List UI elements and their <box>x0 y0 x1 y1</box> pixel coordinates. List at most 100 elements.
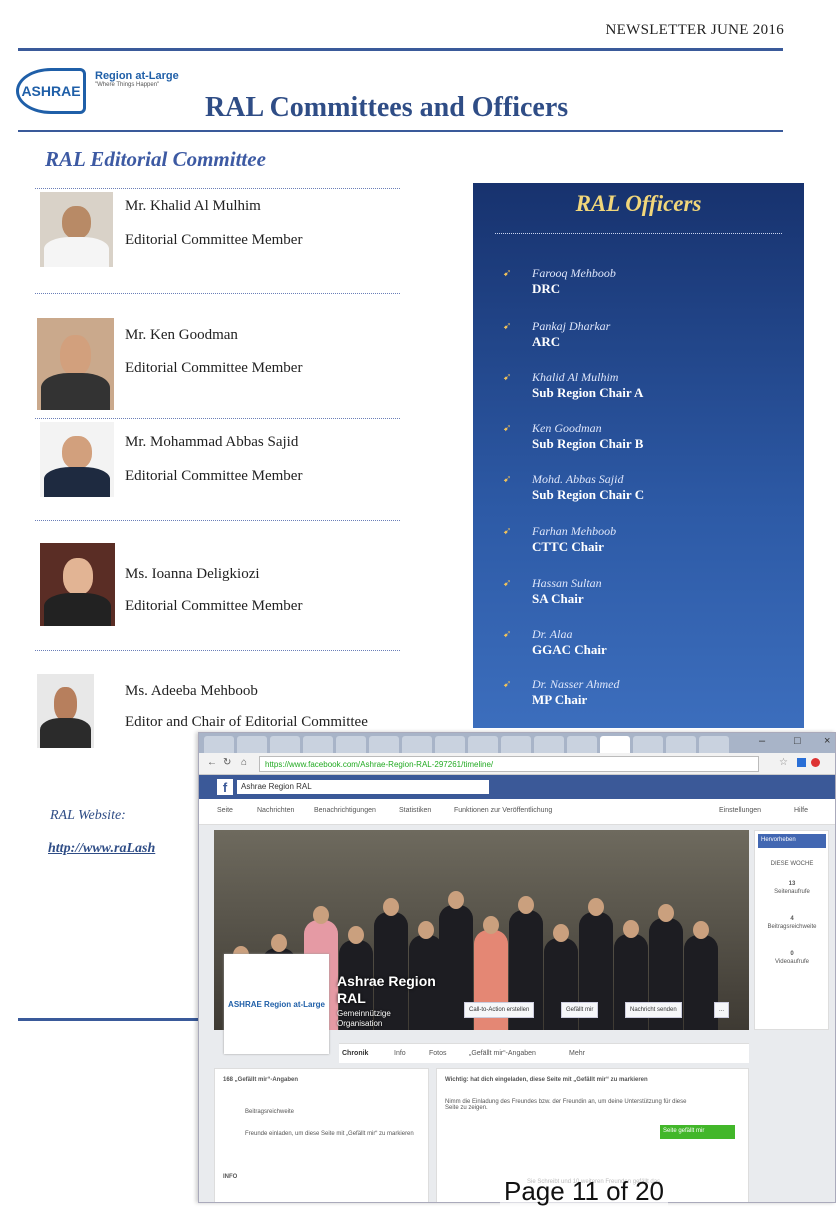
officer-role: Sub Region Chair C <box>532 487 645 502</box>
browser-tab[interactable] <box>435 736 465 753</box>
page-profile-picture[interactable]: ASHRAE Region at-Large <box>224 954 329 1054</box>
browser-tab[interactable] <box>369 736 399 753</box>
browser-tab[interactable] <box>534 736 564 753</box>
website-link[interactable]: http://www.raLash <box>48 841 155 857</box>
browser-tab[interactable] <box>204 736 234 753</box>
browser-tab[interactable] <box>633 736 663 753</box>
page-name-line: RAL <box>337 990 366 1006</box>
tab-more[interactable]: Mehr <box>569 1050 585 1057</box>
tab-timeline[interactable]: Chronik <box>342 1050 368 1057</box>
cta-button[interactable]: Call-to-Action erstellen <box>464 1002 535 1018</box>
left-item[interactable]: Beitragsreichweite <box>245 1109 294 1115</box>
member-name: Mr. Ken Goodman <box>125 327 238 343</box>
officer-name: Farhan Mehboob <box>532 524 617 538</box>
minimize-icon[interactable]: – <box>759 735 765 747</box>
stat-value: 0 <box>790 951 794 957</box>
page-admin-nav: Seite Nachrichten Benachrichtigungen Sta… <box>199 799 835 825</box>
maximize-icon[interactable]: □ <box>794 735 801 747</box>
top-rule <box>18 48 783 51</box>
officer-item: ➹ Farooq Mehboob DRC <box>503 266 616 297</box>
url-input[interactable]: https://www.facebook.com/Ashrae-Region-R… <box>259 756 759 772</box>
browser-tab[interactable] <box>336 736 366 753</box>
browser-tab[interactable] <box>666 736 696 753</box>
page-tabs: Chronik Info Fotos „Gefällt mir“-Angaben… <box>339 1043 749 1063</box>
nav-item[interactable]: Seite <box>217 807 233 814</box>
officer-name: Dr. Nasser Ahmed <box>532 677 620 691</box>
officer-name: Khalid Al Mulhim <box>532 370 619 384</box>
officer-name: Mohd. Abbas Sajid <box>532 472 624 486</box>
like-page-button[interactable]: Seite gefällt mir <box>660 1125 735 1139</box>
browser-tab[interactable] <box>303 736 333 753</box>
stat-value: 4 <box>790 916 794 922</box>
more-button[interactable]: ... <box>714 1002 730 1018</box>
browser-tab[interactable] <box>501 736 531 753</box>
tab-likes[interactable]: „Gefällt mir“-Angaben <box>469 1050 536 1057</box>
reload-icon[interactable]: ↻ <box>223 757 231 768</box>
about-column: 168 „Gefällt mir“-Angaben Beitragsreichw… <box>214 1068 429 1202</box>
divider <box>35 188 400 189</box>
officer-role: Sub Region Chair A <box>532 385 644 400</box>
promote-button[interactable]: Hervorheben <box>758 834 826 848</box>
officer-role: MP Chair <box>532 692 588 707</box>
stat-label[interactable]: Seitenaufrufe <box>758 889 826 895</box>
tab-photos[interactable]: Fotos <box>429 1050 447 1057</box>
officers-heading: RAL Officers <box>575 191 702 216</box>
browser-tab[interactable] <box>237 736 267 753</box>
browser-tab[interactable] <box>468 736 498 753</box>
region-logo-text: Region at-Large "Where Things Happen" <box>95 70 179 88</box>
nav-item[interactable]: Statistiken <box>399 807 431 814</box>
member-photo <box>37 318 114 410</box>
message-button[interactable]: Nachricht senden <box>625 1002 682 1018</box>
facebook-topbar: f Ashrae Region RAL <box>199 775 835 799</box>
officers-panel: RAL Officers ➹ Farooq Mehboob DRC ➹ Pankaj … <box>473 183 804 728</box>
extension-icon[interactable] <box>811 758 820 767</box>
officer-name: Hassan Sultan <box>532 576 602 590</box>
officer-role: SA Chair <box>532 591 584 606</box>
browser-tab-active[interactable] <box>600 736 630 753</box>
extension-icon[interactable] <box>797 758 806 767</box>
bullet-icon: ➹ <box>503 321 512 332</box>
nav-item[interactable]: Einstellungen <box>719 807 761 814</box>
officer-item: ➹ Pankaj Dharkar ARC <box>503 319 610 350</box>
nav-item[interactable]: Hilfe <box>794 807 808 814</box>
stat-label[interactable]: Beitragsreichweite <box>758 924 826 930</box>
back-icon[interactable]: ← <box>207 757 217 768</box>
officer-role: CTTC Chair <box>532 539 604 554</box>
officer-item: ➹ Ken Goodman Sub Region Chair B <box>503 421 643 452</box>
star-icon[interactable]: ☆ <box>779 757 788 768</box>
likes-count[interactable]: 168 „Gefällt mir“-Angaben <box>223 1077 298 1083</box>
browser-tab[interactable] <box>270 736 300 753</box>
officer-name: Dr. Alaa <box>532 627 573 641</box>
browser-tab[interactable] <box>402 736 432 753</box>
nav-item[interactable]: Funktionen zur Veröffentlichung <box>454 807 552 814</box>
officer-item: ➹ Dr. Alaa GGAC Chair <box>503 627 607 658</box>
stat-label[interactable]: Videoaufrufe <box>758 959 826 965</box>
nav-item[interactable]: Nachrichten <box>257 807 294 814</box>
insights-sidebar: Hervorheben DIESE WOCHE 13 Seitenaufrufe… <box>754 830 829 1030</box>
close-icon[interactable]: × <box>824 735 830 747</box>
nav-item[interactable]: Benachrichtigungen <box>314 807 376 814</box>
facebook-search-input[interactable]: Ashrae Region RAL <box>237 780 489 794</box>
page-title: RAL Committees and Officers <box>205 92 569 123</box>
page-category: Gemeinnützige Organisation <box>337 1009 391 1029</box>
home-icon[interactable]: ⌂ <box>241 757 247 768</box>
divider <box>35 293 400 294</box>
member-name: Ms. Adeeba Mehboob <box>125 683 258 699</box>
officers-rule <box>495 233 782 234</box>
browser-tab[interactable] <box>699 736 729 753</box>
title-rule <box>18 130 783 132</box>
officer-role: Sub Region Chair B <box>532 436 644 451</box>
member-role: Editorial Committee Member <box>125 360 303 376</box>
tab-info[interactable]: Info <box>394 1050 406 1057</box>
left-item[interactable]: Freunde einladen, um diese Seite mit „Ge… <box>245 1131 415 1137</box>
page-name[interactable]: Ashrae Region RAL <box>337 973 436 1007</box>
officer-role: DRC <box>532 281 561 296</box>
facebook-screenshot: – □ × ← ↻ ⌂ https://www.facebook.com/Ash… <box>198 732 836 1203</box>
member-photo <box>40 543 115 626</box>
bullet-icon: ➹ <box>503 629 512 640</box>
member-photo <box>37 674 94 748</box>
browser-tab[interactable] <box>567 736 597 753</box>
like-button[interactable]: Gefällt mir <box>561 1002 599 1018</box>
facebook-logo-icon[interactable]: f <box>217 779 233 795</box>
officer-name: Farooq Mehboob <box>532 266 616 280</box>
